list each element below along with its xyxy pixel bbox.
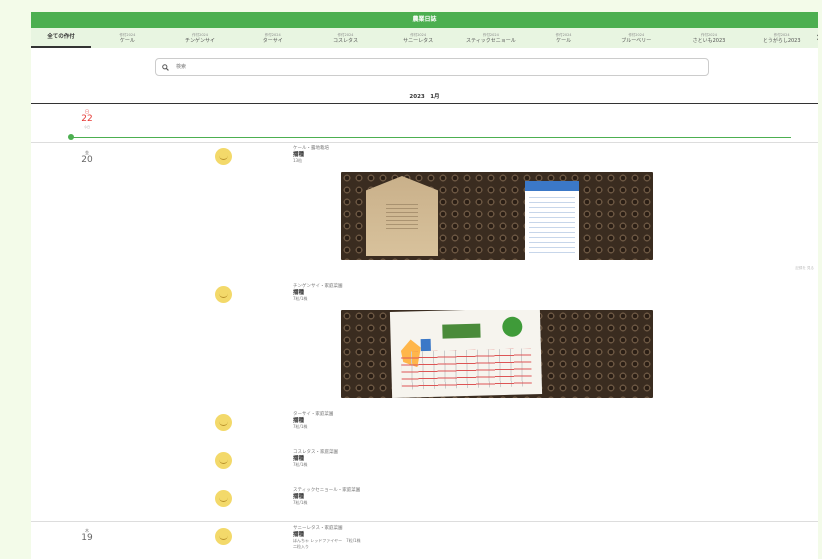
date-day: 20 bbox=[81, 155, 93, 165]
today-day: 22 bbox=[81, 114, 93, 124]
tab-label: チンゲンサイ bbox=[185, 38, 216, 44]
avatar bbox=[215, 490, 232, 507]
crop-tabs: 全ての作付 作付2024 ケール 作付2024 チンゲンサイ 作付2024 ター… bbox=[31, 28, 818, 48]
journal-entry[interactable]: スティックセニョール・家庭菜園 播種 7粒/1株 bbox=[215, 488, 715, 528]
day-divider bbox=[31, 521, 818, 522]
entry-detail: 7粒/1株 bbox=[293, 462, 308, 467]
tab-label: サニーレタス bbox=[403, 38, 434, 44]
entry-text: スティックセニョール・家庭菜園 播種 7粒/1株 bbox=[293, 488, 360, 506]
tab-chingensai[interactable]: 作付2024 チンゲンサイ bbox=[164, 28, 237, 48]
entry-text: ケール・露地栽培 播種 13粒 bbox=[293, 146, 329, 164]
tab-taro-2023[interactable]: 作付2024 さといも2023 bbox=[673, 28, 746, 48]
date-day: 19 bbox=[81, 533, 93, 543]
tab-label: ターサイ bbox=[262, 38, 283, 44]
search-input[interactable] bbox=[174, 63, 678, 71]
date-19: 木 19 bbox=[77, 528, 97, 544]
tab-sunny-lettuce[interactable]: 作付2024 サニーレタス bbox=[382, 28, 455, 48]
tab-kale-2[interactable]: 作付2024 ケール bbox=[527, 28, 600, 48]
entry-photo[interactable] bbox=[341, 310, 653, 398]
entry-detail: 7粒/1株 bbox=[293, 500, 308, 505]
tab-cos-lettuce[interactable]: 作付2024 コスレタス bbox=[309, 28, 382, 48]
month-divider bbox=[31, 103, 818, 104]
tab-label: ケール bbox=[556, 38, 572, 44]
avatar bbox=[215, 452, 232, 469]
tab-all-crops[interactable]: 全ての作付 bbox=[31, 28, 91, 48]
today-date: 日 22 今日 bbox=[77, 109, 97, 129]
month-heading: 2023 1月 bbox=[409, 94, 440, 100]
tab-label: ケール bbox=[119, 38, 135, 44]
app-title: 農業日誌 bbox=[31, 12, 818, 28]
tab-tasai[interactable]: 作付2024 ターサイ bbox=[236, 28, 309, 48]
seed-info-image bbox=[389, 310, 543, 398]
tab-label: さといも2023 bbox=[692, 38, 726, 44]
avatar bbox=[215, 148, 232, 165]
tab-label: ブルーベリー bbox=[621, 38, 652, 44]
tab-label: とうがらし2023 bbox=[762, 38, 801, 44]
entry-detail: 13粒 bbox=[293, 158, 303, 163]
entry-text: チンゲンサイ・家庭菜園 播種 7粒/1株 bbox=[293, 284, 343, 302]
date-20: 金 20 bbox=[77, 150, 97, 166]
avatar bbox=[215, 414, 232, 431]
tab-kale[interactable]: 作付2024 ケール bbox=[91, 28, 164, 48]
day-divider bbox=[31, 142, 818, 143]
seed-packet-image bbox=[366, 176, 438, 256]
today-marker-line bbox=[71, 137, 791, 138]
entry-detail-2: 二粒入り bbox=[293, 544, 309, 549]
tab-label: スティックセニョール bbox=[466, 38, 516, 44]
avatar bbox=[215, 286, 232, 303]
entry-text: ターサイ・家庭菜園 播種 7粒/1株 bbox=[293, 412, 333, 430]
tab-stick-senor[interactable]: 作付2024 スティックセニョール bbox=[455, 28, 528, 48]
tab-label: コスレタス bbox=[332, 38, 358, 44]
tab-pepper-2023[interactable]: 作付2024 とうがらし2023 bbox=[745, 28, 818, 48]
today-marker-dot bbox=[68, 134, 74, 140]
app-window: 農業日誌 全ての作付 作付2024 ケール 作付2024 チンゲンサイ 作付20… bbox=[31, 12, 818, 559]
entry-photo[interactable] bbox=[341, 172, 653, 260]
search-icon bbox=[162, 63, 169, 71]
entry-text: サニーレタス・家庭菜園 播種 ほんちゃ レッドファイヤー 7粒/1株 二粒入り bbox=[293, 526, 361, 550]
seed-card-image bbox=[525, 181, 579, 260]
entry-detail: 7粒/1株 bbox=[293, 424, 308, 429]
today-caption: 今日 bbox=[83, 125, 90, 129]
side-note[interactable]: 記録を 見る bbox=[795, 266, 814, 271]
entry-text: コスレタス・家庭菜園 播種 7粒/1株 bbox=[293, 450, 338, 468]
journal-entry[interactable]: サニーレタス・家庭菜園 播種 ほんちゃ レッドファイヤー 7粒/1株 二粒入り bbox=[215, 526, 715, 559]
tab-all-label: 全ての作付 bbox=[47, 34, 75, 40]
tab-blueberry[interactable]: 作付2024 ブルーベリー bbox=[600, 28, 673, 48]
entry-detail: 7粒/1株 bbox=[293, 296, 308, 301]
journal-entry[interactable]: コスレタス・家庭菜園 播種 7粒/1株 bbox=[215, 450, 715, 490]
journal-entry[interactable]: ターサイ・家庭菜園 播種 7粒/1株 bbox=[215, 412, 715, 452]
avatar bbox=[215, 528, 232, 545]
search-bar bbox=[155, 58, 709, 76]
chevron-right-icon[interactable]: › bbox=[816, 30, 818, 44]
